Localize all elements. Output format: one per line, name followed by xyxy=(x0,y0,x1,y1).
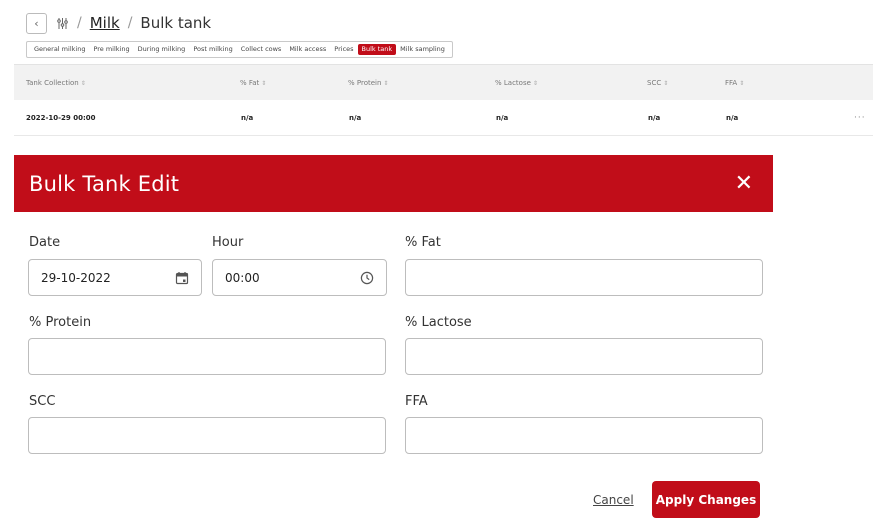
cell-lactose: n/a xyxy=(496,114,509,122)
page: ‹ / Milk / Bulk tank General milking Pre… xyxy=(0,0,873,529)
back-button[interactable]: ‹ xyxy=(26,12,47,34)
cell-fat: n/a xyxy=(241,114,254,122)
clock-icon[interactable] xyxy=(360,271,374,285)
cell-scc: n/a xyxy=(648,114,661,122)
tab-collect-cows[interactable]: Collect cows xyxy=(237,44,286,55)
breadcrumb: ‹ / Milk / Bulk tank xyxy=(26,12,211,34)
apply-changes-button[interactable]: Apply Changes xyxy=(652,481,760,518)
breadcrumb-separator: / xyxy=(127,15,133,31)
breadcrumb-separator: / xyxy=(77,15,82,31)
bulk-tank-edit-dialog: Bulk Tank Edit ✕ Date 29-10-2022 Hour 00… xyxy=(14,155,773,529)
hour-label: Hour xyxy=(212,235,244,250)
herd-icon[interactable] xyxy=(55,16,69,30)
sort-icon: ⇕ xyxy=(80,79,86,87)
column-header-ffa[interactable]: FFA ⇕ xyxy=(725,65,744,101)
date-field[interactable]: 29-10-2022 xyxy=(28,259,202,296)
sort-icon: ⇕ xyxy=(261,79,267,87)
dialog-title: Bulk Tank Edit xyxy=(29,171,180,196)
calendar-icon[interactable] xyxy=(175,271,189,285)
breadcrumb-current-page: Bulk tank xyxy=(140,14,212,32)
column-header-lactose[interactable]: % Lactose ⇕ xyxy=(495,65,538,101)
column-header-scc[interactable]: SCC ⇕ xyxy=(647,65,668,101)
back-chevron-icon: ‹ xyxy=(34,16,39,30)
tab-post-milking[interactable]: Post milking xyxy=(189,44,236,55)
dialog-header: Bulk Tank Edit ✕ xyxy=(14,155,773,212)
bulk-tank-table: Tank Collection ⇕ % Fat ⇕ % Protein ⇕ % Lac… xyxy=(14,64,873,136)
cell-protein: n/a xyxy=(349,114,362,122)
tab-milk-sampling[interactable]: Milk sampling xyxy=(396,44,449,55)
sort-icon: ⇕ xyxy=(532,79,538,87)
date-label: Date xyxy=(29,235,61,250)
tab-pre-milking[interactable]: Pre milking xyxy=(89,44,133,55)
cell-tank-collection: 2022-10-29 00:00 xyxy=(26,114,96,122)
tab-prices[interactable]: Prices xyxy=(330,44,357,55)
protein-field[interactable] xyxy=(28,338,386,375)
fat-label: % Fat xyxy=(405,235,441,250)
cancel-button[interactable]: Cancel xyxy=(593,493,634,507)
sort-icon: ⇕ xyxy=(663,79,669,87)
column-header-tank-collection[interactable]: Tank Collection ⇕ xyxy=(26,65,86,101)
tab-strip: General milking Pre milking During milki… xyxy=(26,41,453,58)
table-row[interactable]: 2022-10-29 00:00 n/a n/a n/a n/a n/a ··· xyxy=(14,100,873,136)
lactose-label: % Lactose xyxy=(405,315,472,330)
cell-ffa: n/a xyxy=(726,114,739,122)
protein-label: % Protein xyxy=(29,315,92,330)
ffa-field[interactable] xyxy=(405,417,763,454)
lactose-field[interactable] xyxy=(405,338,763,375)
tab-during-milking[interactable]: During milking xyxy=(134,44,190,55)
scc-field[interactable] xyxy=(28,417,386,454)
close-icon[interactable]: ✕ xyxy=(735,172,753,195)
fat-field[interactable] xyxy=(405,259,763,296)
tab-general-milking[interactable]: General milking xyxy=(30,44,89,55)
scc-label: SCC xyxy=(29,394,56,409)
tab-bulk-tank[interactable]: Bulk tank xyxy=(357,44,397,55)
sort-icon: ⇕ xyxy=(383,79,389,87)
hour-field[interactable]: 00:00 xyxy=(212,259,387,296)
table-header: Tank Collection ⇕ % Fat ⇕ % Protein ⇕ % Lac… xyxy=(14,64,873,100)
sort-icon: ⇕ xyxy=(739,79,745,87)
column-header-protein[interactable]: % Protein ⇕ xyxy=(348,65,388,101)
column-header-fat[interactable]: % Fat ⇕ xyxy=(240,65,266,101)
breadcrumb-milk-link[interactable]: Milk xyxy=(90,14,120,32)
ffa-label: FFA xyxy=(405,394,428,409)
tab-milk-access[interactable]: Milk access xyxy=(285,44,330,55)
more-icon[interactable]: ··· xyxy=(854,100,866,136)
